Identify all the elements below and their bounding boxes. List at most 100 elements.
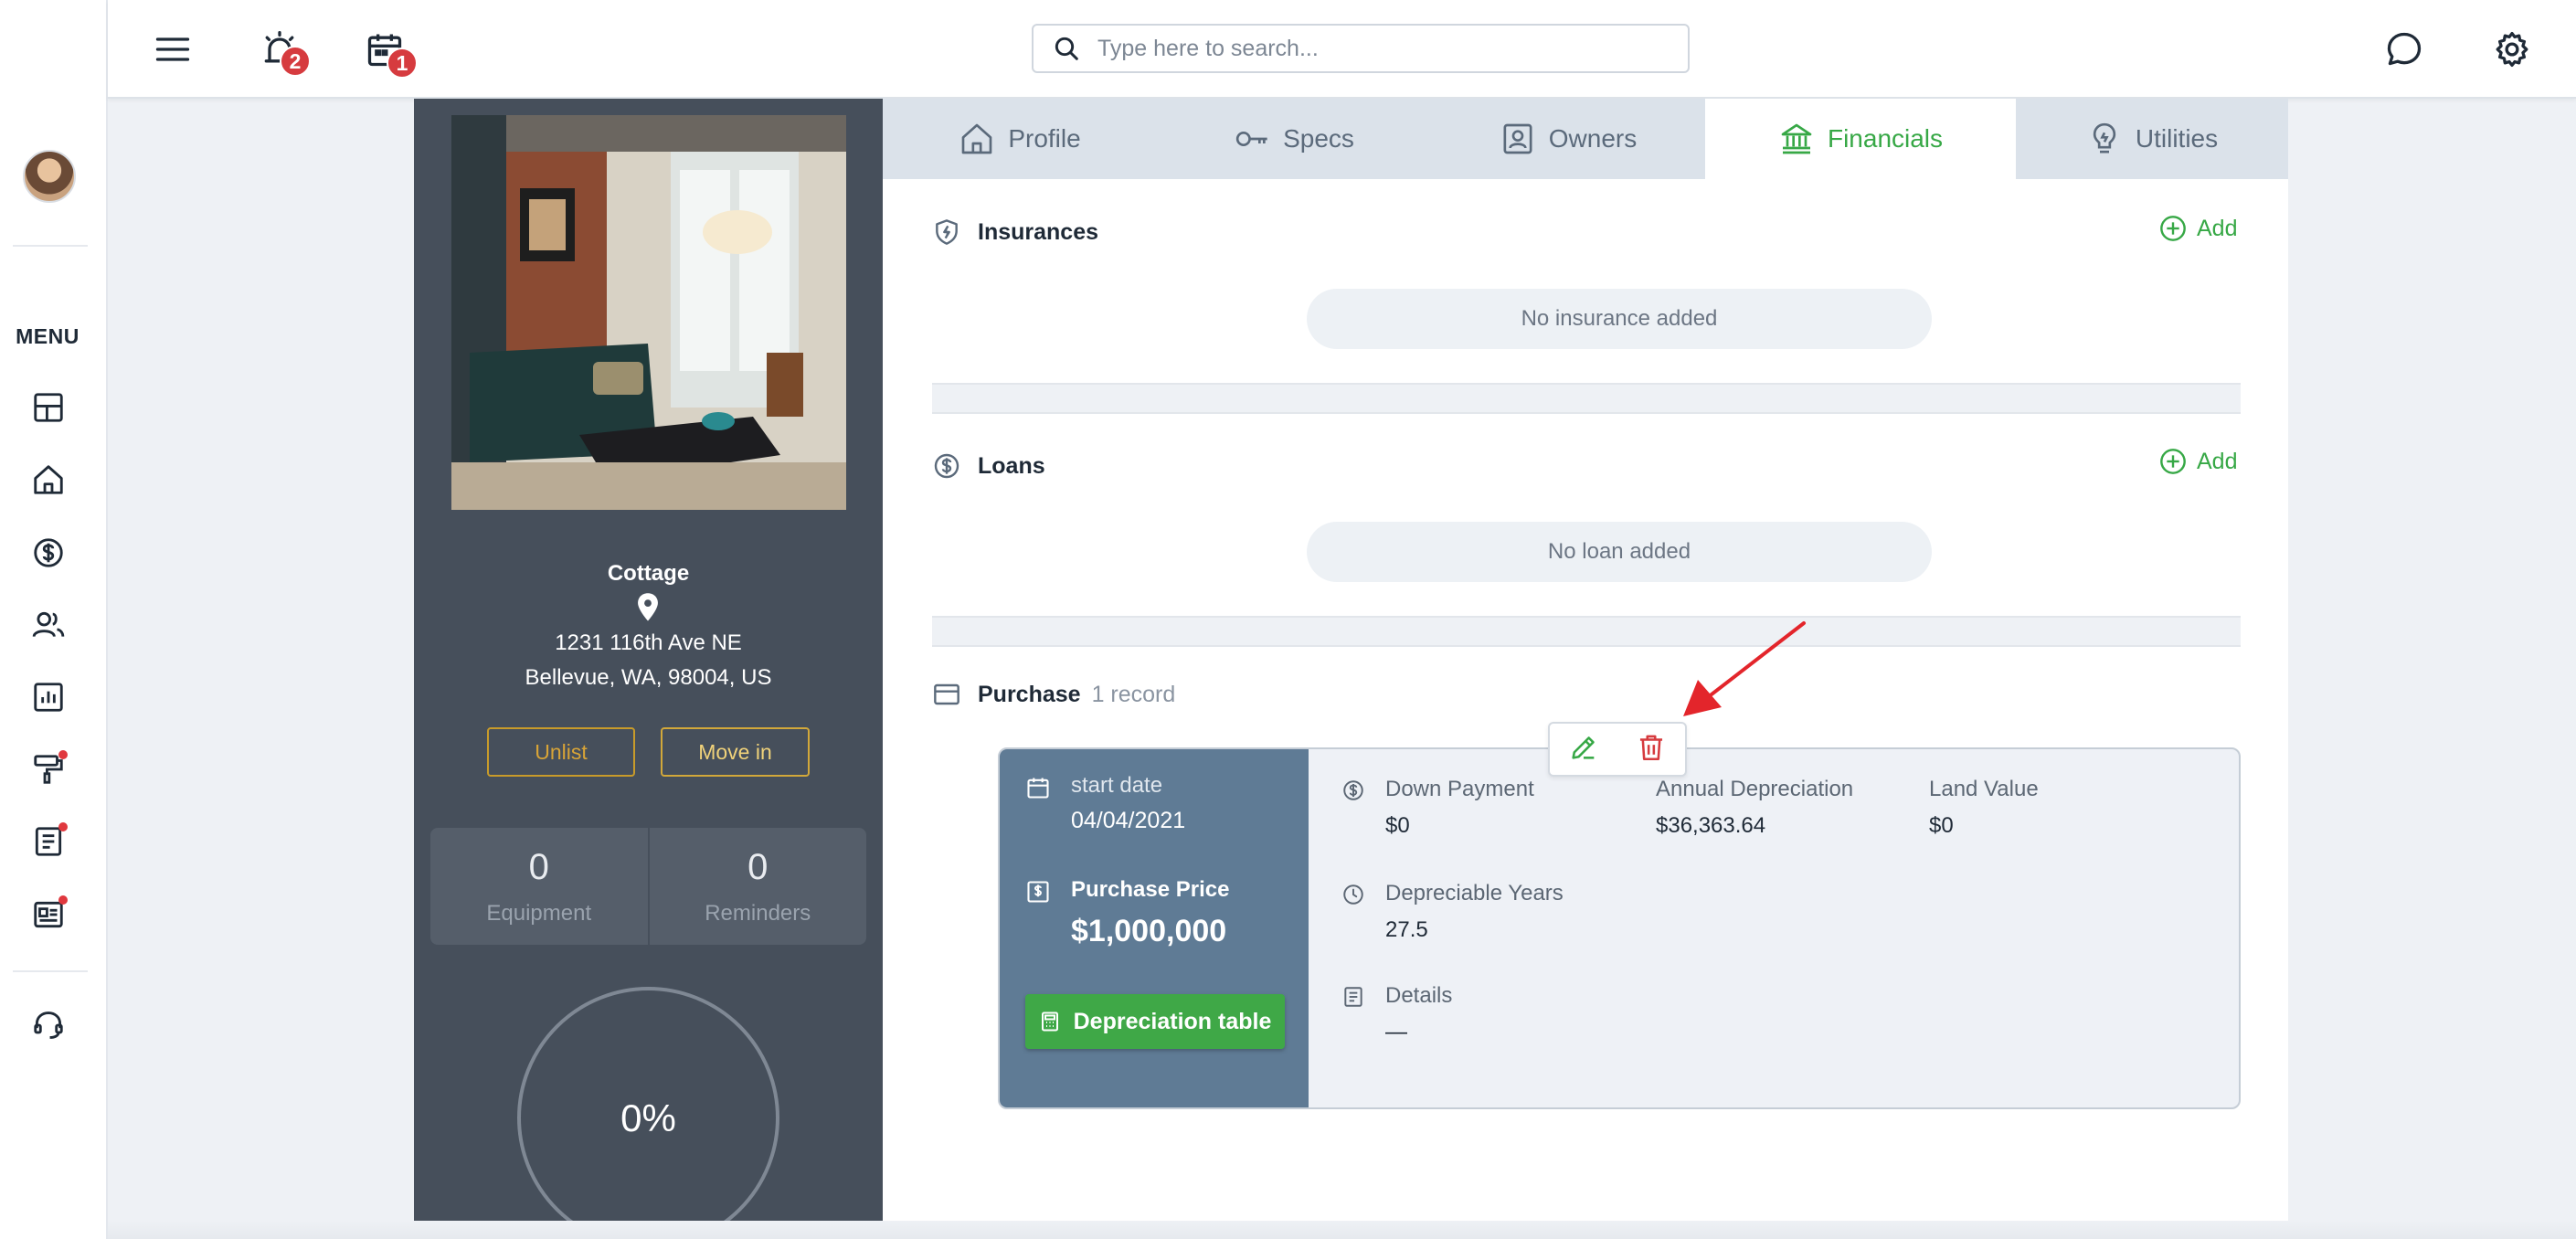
report-icon — [34, 683, 63, 712]
calendar-badge: 1 — [387, 48, 418, 79]
nav-divider — [13, 970, 88, 972]
move-in-button[interactable]: Move in — [661, 727, 810, 777]
insurance-empty-state: No insurance added — [1307, 289, 1932, 349]
property-stats: 0 Equipment 0 Reminders — [430, 828, 866, 945]
trash-icon — [1639, 735, 1663, 760]
menu-label: MENU — [16, 324, 80, 348]
tab-utilities[interactable]: Utilities — [2016, 99, 2288, 179]
top-bar: 2 1 — [108, 0, 2576, 99]
document-icon — [1344, 987, 1362, 1007]
notification-dot — [58, 895, 68, 905]
tab-profile[interactable]: Profile — [883, 99, 1157, 179]
gear-icon — [2496, 31, 2528, 68]
bank-icon — [1781, 123, 1812, 154]
details-field: Details — — [1341, 983, 1452, 1045]
hamburger-menu-button[interactable] — [147, 24, 198, 75]
equipment-stat[interactable]: 0 Equipment — [430, 828, 648, 945]
settings-button[interactable] — [2486, 24, 2538, 75]
purchase-summary-panel: start date 04/04/2021 Purchase Price $1,… — [1000, 749, 1309, 1107]
avatar[interactable] — [23, 150, 76, 203]
calendar-button[interactable]: 1 — [359, 24, 418, 79]
annual-depreciation-field: Annual Depreciation $36,363.64 — [1656, 777, 1854, 838]
card-icon — [934, 683, 959, 705]
home-icon — [961, 123, 992, 154]
notification-dot — [58, 822, 68, 831]
tab-financials[interactable]: Financials — [1705, 99, 2016, 179]
down-payment-field: Down Payment $0 — [1341, 777, 1534, 839]
nav-support[interactable] — [27, 1004, 69, 1046]
dollar-icon — [1343, 780, 1363, 800]
property-photo[interactable] — [451, 115, 846, 510]
annotation-arrow — [1683, 621, 1806, 716]
purchase-heading: Purchase 1 record — [932, 680, 1175, 709]
main-panel: Profile Specs Owners Financials Utilitie… — [883, 99, 2288, 1239]
loan-empty-state: No loan added — [1307, 522, 1932, 582]
depreciation-table-button[interactable]: Depreciation table — [1025, 994, 1285, 1049]
property-address-line2: Bellevue, WA, 98004, US — [525, 665, 772, 690]
delete-record-button[interactable] — [1636, 732, 1667, 768]
start-date-field: start date 04/04/2021 — [1025, 773, 1185, 834]
add-loan-button[interactable]: Add — [2158, 447, 2237, 476]
reminders-count: 0 — [747, 846, 769, 887]
dollar-icon — [934, 453, 959, 479]
plus-circle-icon — [2160, 449, 2186, 474]
nav-divider — [13, 245, 88, 247]
nav-dashboard[interactable] — [27, 387, 69, 429]
purchase-record-card[interactable]: start date 04/04/2021 Purchase Price $1,… — [998, 747, 2241, 1109]
search-box — [1032, 24, 1690, 73]
add-insurance-button[interactable]: Add — [2158, 214, 2237, 243]
chat-button[interactable] — [2379, 24, 2430, 75]
page-bottom-edge — [108, 1221, 2576, 1239]
property-card: Cottage 1231 116th Ave NE Bellevue, WA, … — [414, 99, 883, 1239]
purchase-record-count: 1 record — [1091, 681, 1176, 707]
section-separator — [932, 616, 2241, 647]
shield-bolt-icon — [936, 219, 958, 245]
depreciable-years-field: Depreciable Years 27.5 — [1341, 881, 1564, 943]
lightbulb-icon — [2093, 122, 2116, 154]
search-input[interactable] — [1097, 35, 1646, 62]
hamburger-icon — [155, 37, 190, 61]
property-address-line1: 1231 116th Ave NE — [555, 630, 742, 655]
pencil-icon — [1572, 736, 1595, 759]
insurances-heading: Insurances — [932, 217, 1098, 247]
progress-ring: 0% — [517, 987, 779, 1239]
support-icon — [34, 1011, 63, 1039]
unlist-button[interactable]: Unlist — [487, 727, 635, 777]
location-pin-icon — [638, 593, 658, 621]
property-name: Cottage — [607, 561, 690, 586]
living-room-image — [451, 115, 846, 510]
calculator-icon — [1041, 1011, 1058, 1032]
nav-listings[interactable] — [27, 894, 69, 936]
land-value-field: Land Value $0 — [1929, 777, 2039, 838]
progress-value: 0% — [620, 1096, 676, 1139]
loans-heading: Loans — [932, 451, 1045, 481]
dollar-icon — [34, 538, 63, 567]
nav-contacts[interactable] — [27, 604, 69, 646]
record-actions-popover — [1548, 722, 1687, 777]
users-icon — [32, 611, 65, 638]
nav-properties[interactable] — [27, 459, 69, 501]
tab-specs[interactable]: Specs — [1157, 99, 1431, 179]
notification-dot — [58, 750, 68, 759]
equipment-label: Equipment — [486, 900, 592, 926]
left-nav: MENU — [0, 0, 108, 1239]
chat-icon — [2387, 32, 2422, 66]
alarm-button[interactable]: 2 — [254, 24, 311, 77]
nav-finance[interactable] — [27, 532, 69, 574]
alarm-badge: 2 — [280, 46, 311, 77]
equipment-count: 0 — [528, 846, 549, 887]
tab-bar: Profile Specs Owners Financials Utilitie… — [883, 99, 2288, 179]
dashboard-icon — [34, 393, 63, 422]
section-separator — [932, 383, 2241, 414]
key-icon — [1235, 132, 1267, 146]
edit-record-button[interactable] — [1568, 732, 1599, 768]
reminders-stat[interactable]: 0 Reminders — [647, 828, 867, 945]
nav-reports[interactable] — [27, 676, 69, 718]
reminders-label: Reminders — [705, 900, 811, 926]
home-icon — [34, 465, 63, 494]
nav-documents[interactable] — [27, 821, 69, 863]
clock-icon — [1343, 884, 1363, 905]
search-icon — [1055, 37, 1078, 60]
nav-maintenance[interactable] — [27, 748, 69, 790]
tab-owners[interactable]: Owners — [1431, 99, 1705, 179]
